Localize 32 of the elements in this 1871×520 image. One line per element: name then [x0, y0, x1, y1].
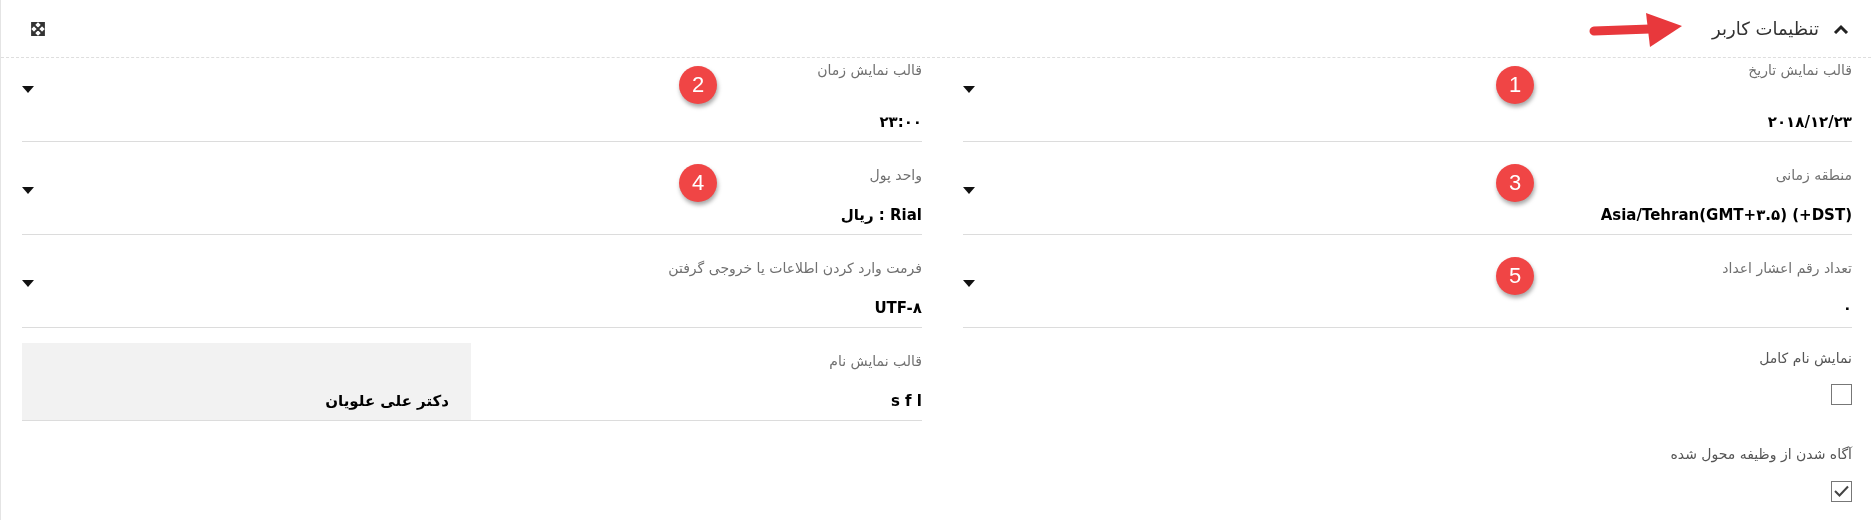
field-value: Rial : ریال: [840, 206, 922, 224]
field-value: ۲۰۱۸/۱۲/۲۳: [1767, 113, 1852, 131]
step-badge: 3: [1496, 164, 1534, 202]
field-label: واحد پول: [869, 167, 922, 183]
dropdown-caret-icon[interactable]: [22, 86, 34, 93]
checkbox-label: نمایش نام کامل: [1759, 350, 1852, 366]
dropdown-caret-icon[interactable]: [22, 187, 34, 194]
step-badge: 4: [679, 164, 717, 202]
dropdown-caret-icon[interactable]: [22, 280, 34, 287]
field-value: ۰: [1842, 299, 1852, 317]
checkbox-label: آگاه شدن از وظیفه محول شده: [1670, 446, 1852, 462]
dropdown-caret-icon[interactable]: [963, 86, 975, 93]
chevron-icon[interactable]: [1833, 23, 1849, 34]
field-label: قالب نمایش تاریخ: [1748, 62, 1852, 78]
field-value: Asia/Tehran(GMT+۳.۵) (+DST): [1600, 206, 1852, 224]
field-label: تعداد رقم اعشار اعداد: [1722, 260, 1852, 276]
field-label: قالب نمایش زمان: [817, 62, 922, 78]
name-preview: دکتر علی علویان: [22, 343, 471, 420]
checkbox[interactable]: [1831, 481, 1852, 502]
field-label: فرمت وارد کردن اطلاعات یا خروجی گرفتن: [668, 260, 922, 276]
checkbox[interactable]: [1831, 384, 1852, 405]
step-badge: 5: [1496, 257, 1534, 295]
step-badge: 1: [1496, 66, 1534, 104]
field-value: s f l: [890, 392, 922, 410]
field-value: UTF-۸: [874, 299, 922, 317]
field-label: منطقه زمانی: [1775, 167, 1852, 183]
dropdown-caret-icon[interactable]: [963, 280, 975, 287]
dropdown-caret-icon[interactable]: [963, 187, 975, 194]
step-badge: 2: [679, 66, 717, 104]
field-label: قالب نمایش نام: [829, 353, 922, 369]
field-value: ۲۳:۰۰: [879, 113, 922, 131]
panel-title: تنظیمات کاربر: [1712, 18, 1819, 39]
